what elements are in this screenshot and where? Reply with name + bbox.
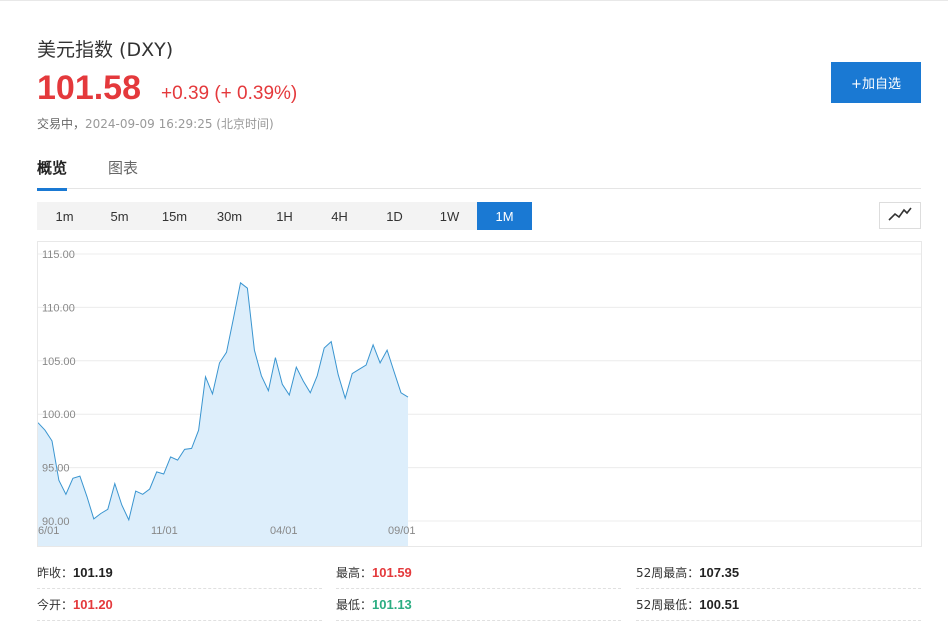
tab-chart[interactable]: 图表 bbox=[108, 157, 138, 188]
quote-row: 101.58 +0.39 (+ 0.39%) bbox=[37, 69, 297, 108]
quote-timestamp: 2024-09-09 16:29:25 (北京时间) bbox=[85, 117, 274, 131]
tab-overview[interactable]: 概览 bbox=[37, 157, 68, 191]
x-tick-label: 09/01 bbox=[388, 525, 416, 537]
stat-open: 今开： 101.20 bbox=[37, 589, 322, 621]
period-30m[interactable]: 30m bbox=[202, 202, 257, 230]
y-tick-label: 100.00 bbox=[42, 409, 76, 421]
add-watchlist-button[interactable]: +加自选 bbox=[831, 62, 921, 103]
period-5m[interactable]: 5m bbox=[92, 202, 147, 230]
trading-status: 交易中，2024-09-09 16:29:25 (北京时间) bbox=[37, 115, 274, 132]
price-chart-svg: 115.00110.00105.00100.0095.0090.006/01 11… bbox=[37, 249, 921, 546]
page-title: 美元指数 (DXY) bbox=[37, 39, 174, 61]
stat-label: 52周最低： bbox=[636, 598, 700, 612]
period-1h[interactable]: 1H bbox=[257, 202, 312, 230]
x-tick-label: 11/01 bbox=[151, 525, 178, 537]
stat-52w-low: 52周最低： 100.51 bbox=[636, 589, 921, 621]
stat-low: 最低： 101.13 bbox=[336, 589, 621, 621]
line-chart-icon bbox=[888, 206, 912, 226]
tab-bar: 概览 图表 bbox=[37, 151, 921, 191]
period-15m[interactable]: 15m bbox=[147, 202, 202, 230]
stat-high: 最高： 101.59 bbox=[336, 557, 621, 589]
stat-label: 昨收： bbox=[37, 566, 74, 580]
period-1mo[interactable]: 1M bbox=[477, 202, 532, 230]
period-1w[interactable]: 1W bbox=[422, 202, 477, 230]
last-price: 101.58 bbox=[37, 69, 141, 107]
y-tick-label: 115.00 bbox=[42, 249, 75, 261]
stat-label: 52周最高： bbox=[636, 566, 700, 580]
period-1m[interactable]: 1m bbox=[37, 202, 92, 230]
period-4h[interactable]: 4H bbox=[312, 202, 367, 230]
stat-prev-close: 昨收： 101.19 bbox=[37, 557, 322, 589]
chart-type-toggle[interactable] bbox=[879, 202, 921, 229]
price-change: +0.39 (+ 0.39%) bbox=[161, 83, 298, 104]
stat-value: 100.51 bbox=[699, 597, 740, 612]
stat-value: 101.13 bbox=[372, 597, 412, 612]
period-selector: 1m 5m 15m 30m 1H 4H 1D 1W 1M bbox=[37, 202, 532, 230]
y-tick-label: 105.00 bbox=[42, 356, 76, 368]
stat-value: 101.59 bbox=[372, 565, 412, 580]
period-1d[interactable]: 1D bbox=[367, 202, 422, 230]
price-chart: 115.00 110.00 105.00 100.00 95.00 90.00 6/01 11… bbox=[37, 241, 922, 547]
stat-value: 101.19 bbox=[73, 565, 113, 580]
stat-label: 最低： bbox=[336, 598, 373, 612]
stat-value: 101.20 bbox=[73, 597, 113, 612]
x-tick-label: 6/01 bbox=[38, 525, 59, 537]
stat-label: 今开： bbox=[37, 598, 74, 612]
page: 美元指数 (DXY) 101.58 +0.39 (+ 0.39%) 交易中，20… bbox=[0, 0, 948, 628]
y-tick-label: 95.00 bbox=[42, 463, 70, 475]
stat-52w-high: 52周最高： 107.35 bbox=[636, 557, 921, 589]
x-tick-label: 04/01 bbox=[270, 525, 298, 537]
stat-value: 107.35 bbox=[699, 565, 740, 580]
stat-label: 最高： bbox=[336, 566, 373, 580]
status-label: 交易中， bbox=[37, 117, 86, 131]
y-tick-label: 110.00 bbox=[42, 302, 75, 314]
